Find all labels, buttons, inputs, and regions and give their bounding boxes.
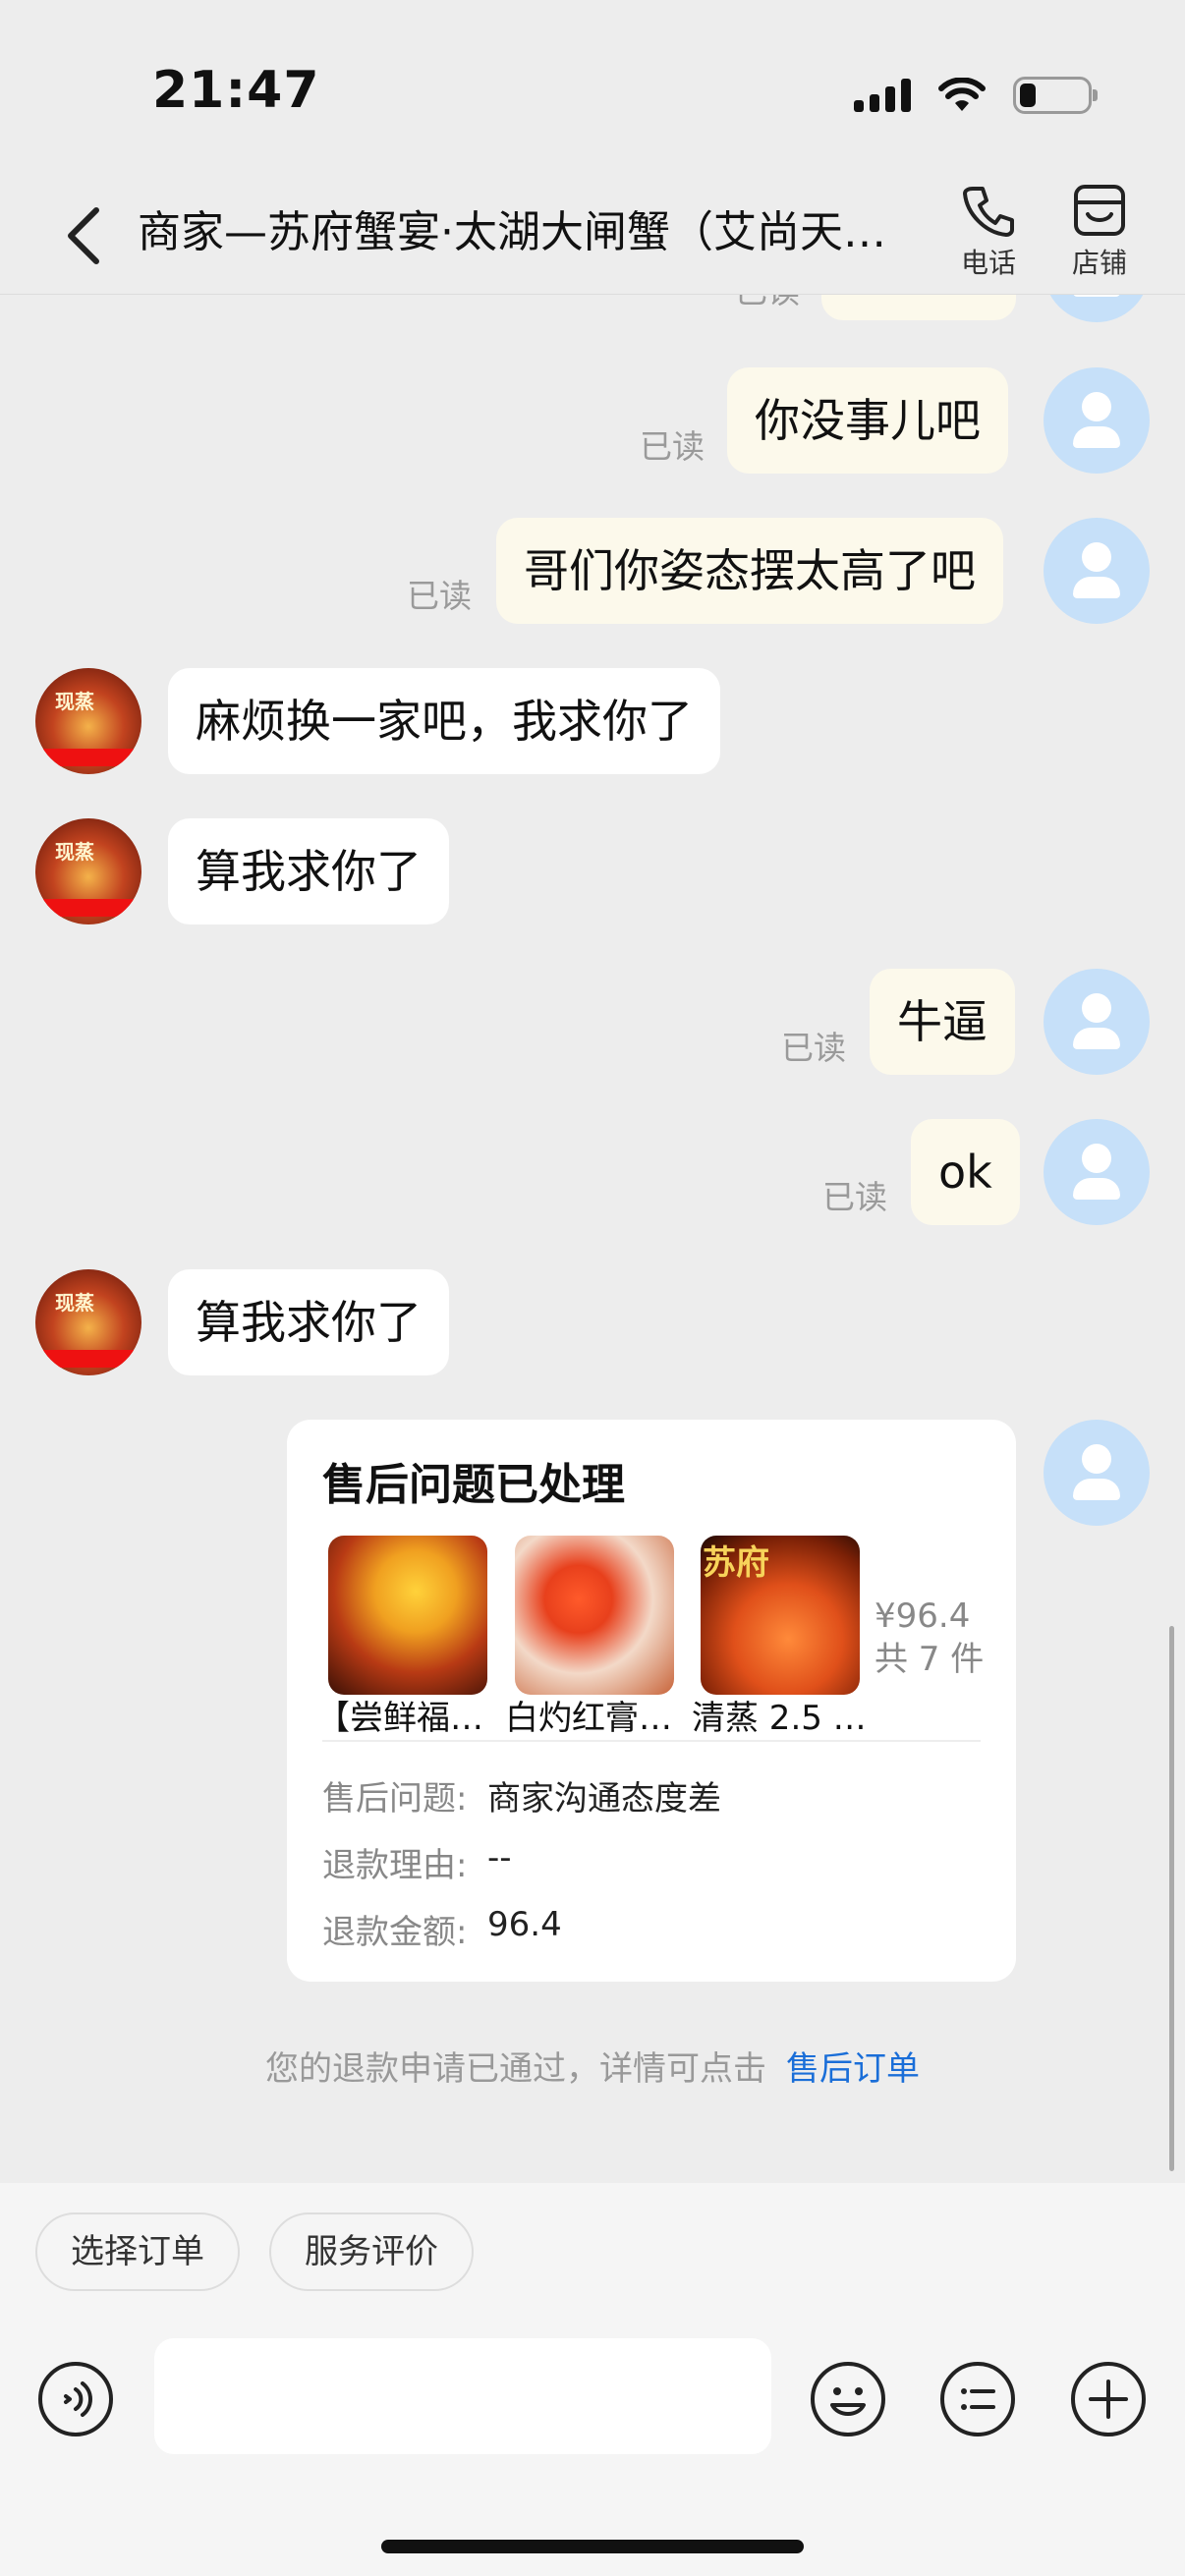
shop-avatar[interactable]: 现蒸	[35, 668, 141, 774]
product-thumbnail[interactable]	[515, 1536, 674, 1695]
user-avatar[interactable]	[1044, 518, 1150, 624]
scrollbar[interactable]	[1169, 1626, 1174, 2171]
avatar-text: 现蒸	[55, 840, 94, 864]
avatar-text: 现蒸	[55, 1291, 94, 1315]
refund-amount-value: 96.4	[487, 1905, 562, 1944]
order-item-count: 共 7 件	[875, 1640, 985, 1679]
message-bubble[interactable]: 哥们你姿态摆太高了吧	[496, 518, 1003, 624]
product-thumbnail-label: 苏府	[703, 1543, 769, 1583]
order-total: ¥96.4	[875, 1596, 971, 1636]
after-sale-order-link[interactable]: 售后订单	[786, 2049, 920, 2089]
read-status: 已读	[407, 577, 472, 615]
user-avatar[interactable]	[1044, 1119, 1150, 1225]
user-avatar[interactable]	[1044, 1420, 1150, 1526]
cellular-signal-icon	[854, 79, 911, 112]
product-caption: 【尝鲜福…	[316, 1699, 483, 1738]
home-indicator[interactable]	[381, 2540, 804, 2553]
message-input[interactable]	[154, 2338, 771, 2454]
list-icon[interactable]	[938, 2360, 1017, 2438]
divider	[322, 1740, 981, 1742]
chat-title: 商家—苏府蟹宴·太湖大闸蟹（艾尚天…	[138, 207, 886, 257]
phone-label: 电话	[960, 247, 1016, 279]
plus-icon[interactable]	[1069, 2360, 1148, 2438]
status-icons	[854, 71, 1098, 120]
read-status: 已读	[822, 1178, 887, 1216]
status-bar: 21:47	[0, 0, 1185, 177]
refund-reason-label: 退款理由:	[322, 1846, 468, 1885]
shop-avatar[interactable]: 现蒸	[35, 818, 141, 924]
order-price: ¥96.4 共 7 件	[875, 1595, 984, 1681]
message-bubble[interactable]: 麻烦换一家吧，我求你了	[168, 668, 720, 774]
system-notice: 您的退款申请已通过，详情可点击 售后订单	[0, 2042, 1185, 2090]
avatar-text: 现蒸	[55, 690, 94, 713]
chat-header: 商家—苏府蟹宴·太湖大闸蟹（艾尚天… 电话 店铺	[0, 177, 1185, 295]
battery-icon	[1013, 77, 1098, 114]
message-bubble[interactable]: 牛逼	[870, 969, 1015, 1075]
user-avatar[interactable]	[1044, 969, 1150, 1075]
status-time: 21:47	[152, 61, 320, 120]
shop-button[interactable]: 店铺	[1050, 181, 1149, 281]
product-thumbnail[interactable]: 苏府	[701, 1536, 860, 1695]
read-status: 已读	[640, 427, 705, 466]
notice-text: 您的退款申请已通过，详情可点击	[265, 2049, 766, 2089]
message-bubble[interactable]: 你没事儿吧	[727, 367, 1008, 474]
user-avatar[interactable]	[1044, 367, 1150, 474]
phone-icon	[963, 187, 1014, 237]
phone-button[interactable]: 电话	[939, 181, 1038, 281]
after-sale-card[interactable]: 售后问题已处理 【尝鲜福… 白灼红膏… 苏府 清蒸 2.5 … ¥96.4 共 …	[287, 1420, 1016, 1982]
message-bubble[interactable]: 算我求你了	[168, 818, 449, 924]
card-title: 售后问题已处理	[322, 1460, 625, 1510]
chevron-left-icon[interactable]	[57, 198, 116, 273]
after-sale-issue-value: 商家沟通态度差	[487, 1779, 721, 1819]
read-status: 已读	[781, 1029, 846, 1067]
after-sale-issue-label: 售后问题:	[322, 1779, 468, 1819]
input-area: 选择订单 服务评价	[0, 2183, 1185, 2576]
refund-reason-value: --	[487, 1838, 512, 1877]
product-caption: 白灼红膏…	[505, 1699, 672, 1738]
shop-icon	[1074, 185, 1125, 236]
product-thumbnail[interactable]	[328, 1536, 487, 1695]
shop-label: 店铺	[1071, 247, 1127, 279]
voice-icon[interactable]	[36, 2360, 115, 2438]
wifi-icon	[938, 78, 986, 111]
product-caption: 清蒸 2.5 …	[692, 1699, 867, 1738]
message-bubble[interactable]: ok	[911, 1119, 1020, 1225]
emoji-icon[interactable]	[809, 2360, 887, 2438]
message-bubble[interactable]: 算我求你了	[168, 1269, 449, 1375]
service-review-chip[interactable]: 服务评价	[269, 2212, 474, 2291]
select-order-chip[interactable]: 选择订单	[35, 2212, 240, 2291]
shop-avatar[interactable]: 现蒸	[35, 1269, 141, 1375]
refund-amount-label: 退款金额:	[322, 1913, 468, 1952]
